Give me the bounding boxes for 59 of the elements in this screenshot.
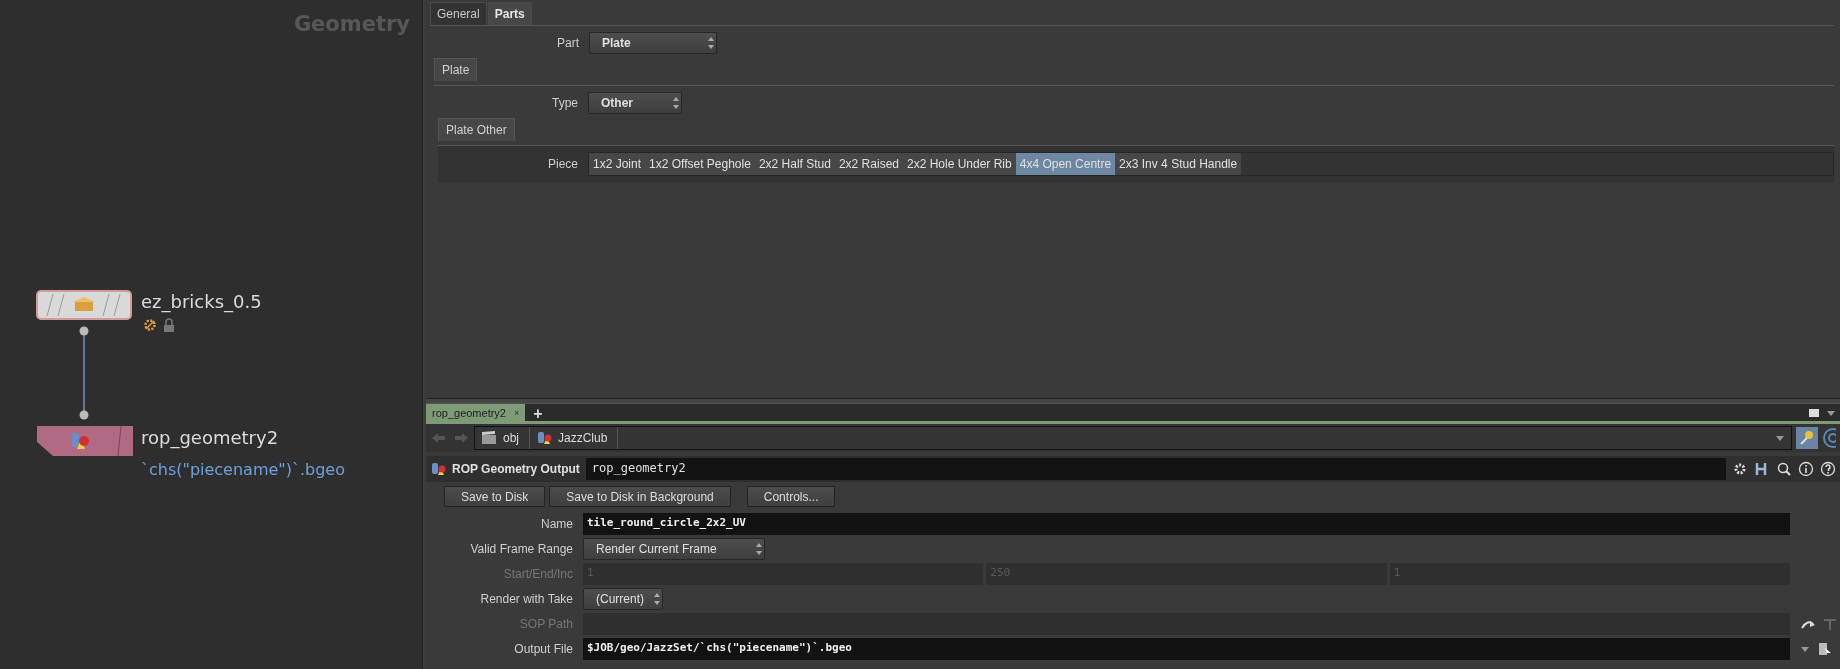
rop-node[interactable] bbox=[37, 426, 133, 456]
type-menu[interactable]: Other bbox=[588, 92, 682, 114]
folder-tab[interactable]: Plate Other bbox=[438, 118, 515, 141]
gear-icon bbox=[143, 318, 157, 332]
spinner-arrows-icon bbox=[754, 541, 764, 556]
info-icon[interactable] bbox=[1798, 461, 1814, 477]
node-name-field[interactable]: rop_geometry2 bbox=[585, 458, 1726, 480]
add-tab-button[interactable]: + bbox=[525, 404, 551, 421]
pin-icon[interactable] bbox=[1796, 427, 1818, 449]
shapes-icon bbox=[430, 461, 446, 477]
help-icon[interactable] bbox=[1820, 461, 1836, 477]
parameter-label: Render with Take bbox=[479, 591, 573, 606]
lock-icon bbox=[163, 318, 175, 332]
parameter-label: Part bbox=[556, 36, 579, 50]
node-comment: `chs("piecename")`.bgeo bbox=[141, 460, 345, 479]
piece-option[interactable]: 2x2 Raised bbox=[834, 153, 903, 175]
search-icon[interactable] bbox=[1776, 461, 1792, 477]
dropdown-menu[interactable]: (Current) bbox=[583, 587, 663, 610]
piece-option[interactable]: 1x2 Joint bbox=[589, 153, 646, 175]
file-picker-icon[interactable] bbox=[1816, 640, 1832, 657]
spinner-arrows-icon bbox=[652, 591, 662, 606]
pane-tab[interactable]: rop_geometry2 × bbox=[426, 404, 526, 421]
shapes-icon bbox=[536, 430, 552, 446]
clapper-icon bbox=[481, 430, 497, 446]
parameter-label: Output File bbox=[513, 641, 573, 656]
parameter-tab[interactable]: General bbox=[430, 2, 487, 25]
square-icon[interactable] bbox=[1808, 406, 1820, 419]
spinner-arrows-icon bbox=[706, 36, 716, 50]
path-bar[interactable]: obj JazzClub bbox=[474, 426, 1792, 450]
part-menu[interactable]: Plate bbox=[589, 32, 717, 54]
node-name: rop_geometry2 bbox=[141, 427, 279, 448]
path-crumb[interactable]: obj bbox=[475, 427, 530, 449]
spinner-arrows-icon bbox=[671, 96, 681, 110]
folder-tab[interactable]: Plate bbox=[434, 58, 478, 81]
caret-icon[interactable] bbox=[1775, 433, 1785, 443]
action-button[interactable]: Save to Disk in Background bbox=[549, 486, 731, 507]
dropdown-menu[interactable]: Render Current Frame bbox=[583, 537, 765, 560]
parameter-label: Type bbox=[551, 96, 578, 110]
piece-option[interactable]: 2x2 Half Stud bbox=[754, 153, 835, 175]
parameter-label: Valid Frame Range bbox=[469, 541, 573, 556]
piece-option[interactable]: 2x2 Hole Under Rib bbox=[903, 153, 1016, 175]
parameter-tab[interactable]: Parts bbox=[487, 2, 532, 25]
parameter-label: Start/End/Inc bbox=[502, 566, 573, 581]
subnet-node[interactable] bbox=[36, 290, 132, 320]
gear-icon[interactable] bbox=[1732, 461, 1748, 477]
piece-option[interactable]: 1x2 Offset Peghole bbox=[645, 153, 755, 175]
node-name: ez_bricks_0.5 bbox=[141, 291, 262, 312]
parameter-label: Piece bbox=[546, 157, 578, 171]
target-icon[interactable] bbox=[1822, 427, 1836, 449]
node-type-label: ROP Geometry Output bbox=[452, 462, 580, 476]
piece-option[interactable]: 2x3 Inv 4 Stud Handle bbox=[1115, 153, 1242, 175]
parameter-label: Name bbox=[540, 516, 573, 531]
action-button[interactable]: Save to Disk bbox=[444, 486, 546, 507]
parameter-label: SOP Path bbox=[518, 616, 573, 631]
text-field[interactable]: tile_round_circle_2x2_UV bbox=[583, 512, 1790, 535]
action-button[interactable]: Controls... bbox=[746, 486, 836, 507]
file-path-field[interactable]: $JOB/geo/JazzSet/`chs("piecename")`.bgeo bbox=[583, 637, 1790, 660]
close-button[interactable]: × bbox=[514, 407, 520, 418]
path-crumb[interactable]: JazzClub bbox=[530, 427, 619, 449]
